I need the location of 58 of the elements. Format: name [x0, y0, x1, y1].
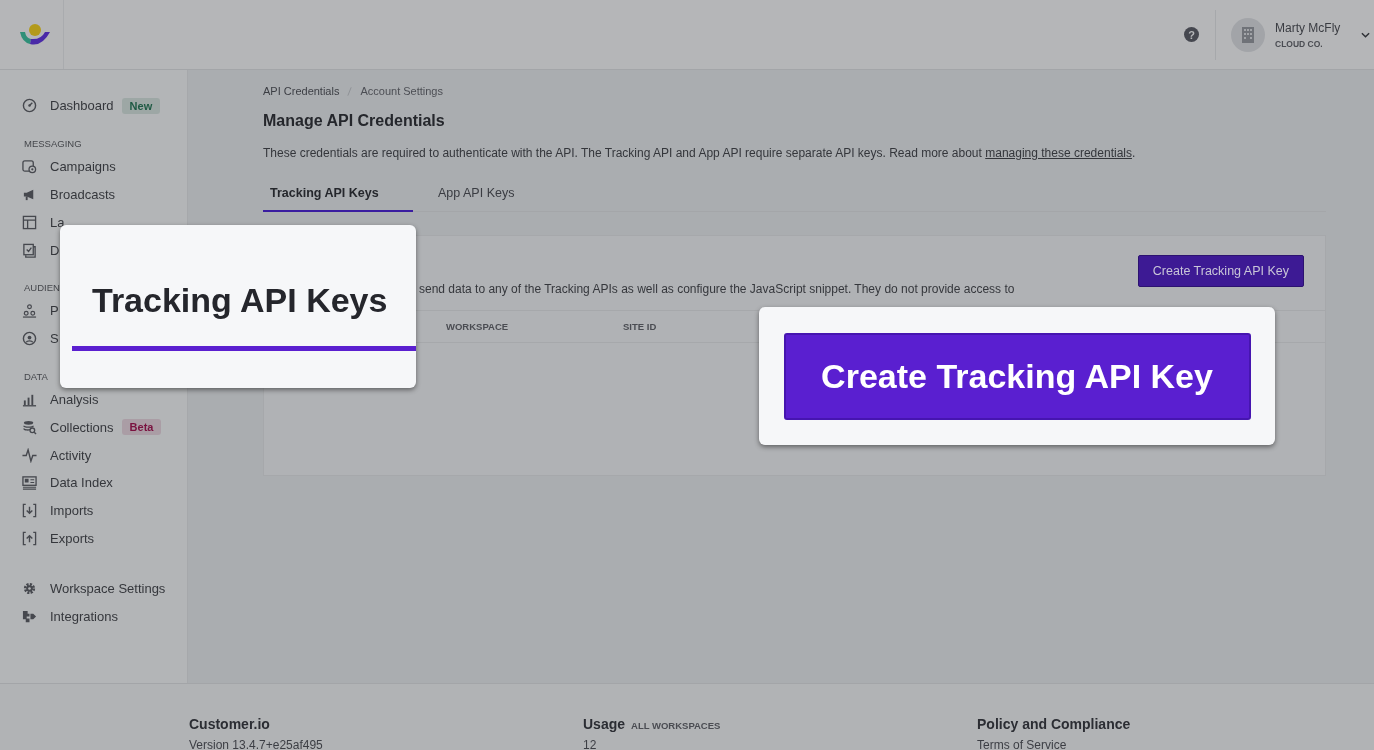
import-icon	[22, 503, 37, 519]
help-icon[interactable]: ?	[1184, 27, 1199, 42]
nav-item[interactable]: Collections	[50, 419, 114, 435]
create-key-button[interactable]: Create Tracking API Key	[1137, 255, 1304, 287]
export-icon	[22, 530, 37, 546]
user-name: Marty McFly	[1275, 20, 1342, 35]
nav-item[interactable]: Activity	[50, 447, 92, 463]
tab[interactable]: App API Keys	[431, 178, 522, 212]
create-key-button-magnified[interactable]: Create Tracking API Key	[783, 332, 1251, 420]
id-card-icon	[22, 475, 37, 491]
chevron-down-icon[interactable]	[1361, 31, 1370, 38]
tab-magnified: Tracking API Keys	[92, 281, 388, 320]
intro-text: These credentials are required to authenticate with the API. The Tracking API and App API require separate API keys. Read more about managing these credentials.	[263, 146, 1137, 160]
nav-item[interactable]: Imports	[50, 503, 94, 519]
nav-item[interactable]: D	[50, 242, 60, 258]
nav-item[interactable]: Exports	[50, 530, 95, 546]
nav-item[interactable]: Integrations	[50, 608, 118, 624]
status-badge: New	[121, 97, 161, 114]
footer-heading: Customer.io	[189, 716, 270, 732]
people-icon	[22, 303, 37, 319]
status-badge: Beta	[121, 419, 162, 436]
company-name: CLOUD CO.	[1275, 38, 1324, 49]
card-description: send data to any of the Tracking APIs as well as configure the JavaScript snippet. They do not provide access to	[419, 282, 1015, 296]
breadcrumb-link[interactable]: API Credentials	[263, 85, 340, 97]
document-icon	[22, 242, 37, 258]
footer-text: Terms of Service	[977, 738, 1068, 750]
logo-icon[interactable]	[17, 22, 52, 47]
settings-icon	[22, 580, 37, 596]
layout-icon	[22, 214, 37, 230]
section-heading: MESSAGING	[23, 137, 83, 149]
pulse-icon	[22, 447, 37, 463]
nav-item[interactable]: S	[50, 331, 59, 347]
credentials-link[interactable]: managing these credentials	[985, 146, 1132, 160]
footer-text: Version 13.4.7+e25af495	[189, 738, 324, 750]
gauge-icon	[22, 98, 37, 114]
footer-text: 12	[583, 738, 598, 750]
nav-item[interactable]: P	[50, 303, 59, 319]
breadcrumb-current: Account Settings	[360, 85, 443, 97]
footer-heading: Policy and Compliance	[977, 716, 1131, 732]
section-heading: DATA	[23, 370, 49, 382]
nav-item[interactable]: Campaigns	[50, 159, 116, 175]
footer-subheading: ALL WORKSPACES	[631, 720, 721, 731]
database-icon	[22, 419, 37, 435]
section-heading: AUDIEN	[23, 282, 61, 293]
column-header: SITE ID	[623, 321, 657, 332]
column-header: WORKSPACE	[446, 321, 510, 332]
nav-item[interactable]: Dashboard	[50, 98, 114, 114]
window-icon	[22, 159, 37, 175]
breadcrumb-separator-icon	[347, 86, 353, 96]
nav-item[interactable]: Broadcasts	[50, 187, 116, 202]
tab[interactable]: Tracking API Keys	[263, 178, 413, 212]
footer-heading: Usage	[583, 716, 626, 732]
nav-item[interactable]: Workspace Settings	[50, 580, 166, 596]
nav-item[interactable]: La	[50, 214, 65, 230]
nav-item[interactable]: Analysis	[50, 391, 99, 407]
user-circle-icon	[22, 331, 37, 347]
nav-item[interactable]: Data Index	[50, 475, 113, 491]
page-title: Manage API Credentials	[263, 112, 446, 130]
